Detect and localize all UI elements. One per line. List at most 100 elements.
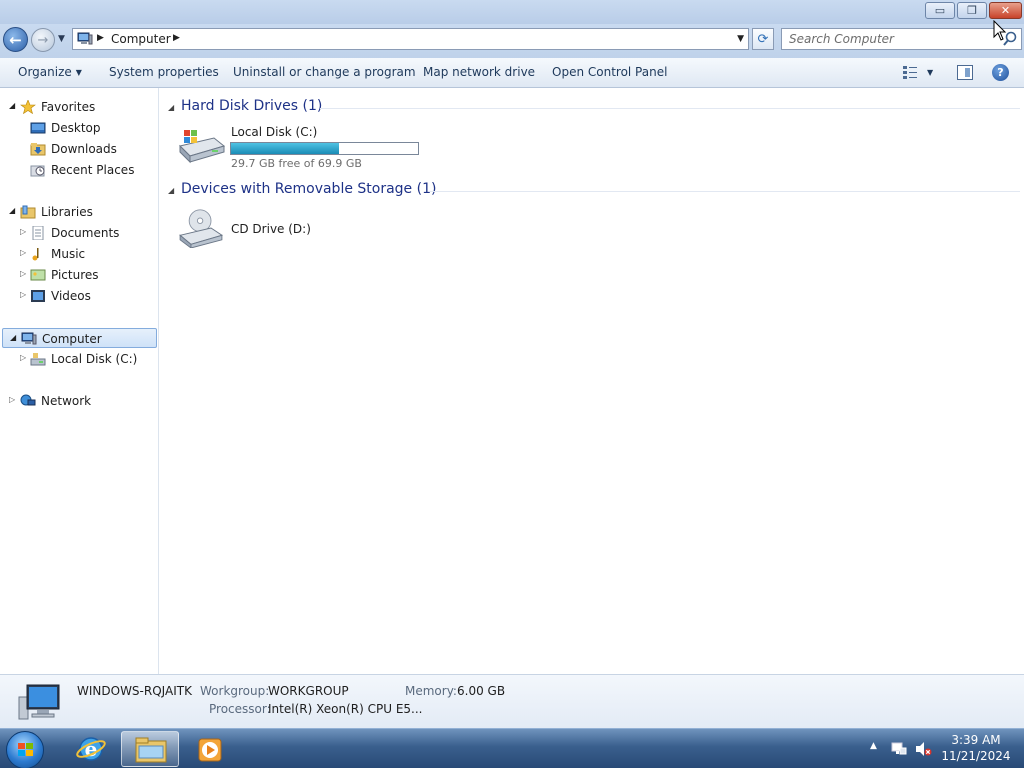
restore-icon: ❐ bbox=[967, 4, 977, 17]
nav-computer[interactable]: ◢ Computer bbox=[2, 328, 157, 348]
minimize-icon: ▭ bbox=[934, 4, 946, 17]
videos-icon bbox=[31, 290, 45, 302]
documents-icon bbox=[32, 226, 44, 240]
nav-recent-places[interactable]: Recent Places bbox=[0, 160, 158, 180]
breadcrumb-separator-icon[interactable]: ▶ bbox=[173, 33, 180, 43]
refresh-icon: ⟳ bbox=[757, 31, 769, 47]
workgroup-value: WORKGROUP bbox=[268, 684, 349, 698]
restore-button[interactable]: ❐ bbox=[957, 2, 987, 19]
recent-pages-dropdown-icon[interactable]: ▼ bbox=[58, 34, 65, 44]
breadcrumb-separator-icon[interactable]: ▶ bbox=[97, 33, 104, 43]
network-status-icon[interactable] bbox=[890, 740, 908, 758]
collapse-icon[interactable]: ◢ bbox=[9, 206, 15, 215]
taskbar-internet-explorer[interactable]: e bbox=[62, 731, 120, 767]
address-dropdown-icon[interactable]: ▼ bbox=[737, 34, 744, 44]
show-hidden-icons-button[interactable]: ▲ bbox=[870, 741, 877, 768]
collapse-icon[interactable]: ◢ bbox=[168, 103, 174, 112]
computer-name: WINDOWS-RQJAITK bbox=[77, 684, 192, 698]
nav-music[interactable]: ▷ Music bbox=[0, 244, 158, 264]
collapse-icon[interactable]: ◢ bbox=[168, 186, 174, 195]
expand-icon[interactable]: ▷ bbox=[20, 248, 26, 257]
nav-documents[interactable]: ▷ Documents bbox=[0, 223, 158, 243]
nav-libraries[interactable]: ◢ Libraries bbox=[0, 202, 158, 222]
drive-local-disk-c[interactable]: Local Disk (C:) 29.7 GB free of 69.9 GB bbox=[176, 124, 436, 174]
nav-local-disk-c[interactable]: ▷ Local Disk (C:) bbox=[0, 349, 158, 369]
folder-icon bbox=[135, 737, 167, 763]
map-network-drive-button[interactable]: Map network drive bbox=[423, 65, 535, 79]
drive-cd-d[interactable]: CD Drive (D:) bbox=[176, 208, 436, 258]
help-icon[interactable]: ? bbox=[992, 64, 1009, 81]
network-icon bbox=[20, 394, 36, 406]
navigation-pane: ◢ Favorites Desktop Downloads Recent Pla… bbox=[0, 88, 159, 674]
command-bar: Organize ▼ System properties Uninstall or… bbox=[0, 58, 1024, 88]
nav-pictures[interactable]: ▷ Pictures bbox=[0, 265, 158, 285]
nav-downloads-label: Downloads bbox=[51, 142, 117, 156]
nav-music-label: Music bbox=[51, 247, 86, 261]
drive-name: Local Disk (C:) bbox=[231, 125, 318, 139]
collapse-icon[interactable]: ◢ bbox=[10, 333, 16, 342]
close-button[interactable]: ✕ bbox=[989, 2, 1022, 19]
expand-icon[interactable]: ▷ bbox=[20, 290, 26, 299]
search-input[interactable]: Search Computer bbox=[781, 28, 1022, 50]
nav-favorites[interactable]: ◢ Favorites bbox=[0, 97, 158, 117]
system-clock[interactable]: 3:39 AM 11/21/2024 bbox=[936, 732, 1016, 764]
view-options-dropdown-icon[interactable]: ▼ bbox=[927, 68, 933, 77]
expand-icon[interactable]: ▷ bbox=[20, 227, 26, 236]
breadcrumb-computer[interactable]: Computer bbox=[111, 32, 171, 46]
close-icon: ✕ bbox=[1000, 4, 1011, 17]
group-header-removable-storage[interactable]: ◢ Devices with Removable Storage (1) bbox=[160, 181, 1024, 201]
content-area: ◢ Hard Disk Drives (1) Local Disk (C:) 2… bbox=[160, 88, 1024, 674]
processor-label: Processor: bbox=[209, 702, 271, 716]
nav-videos[interactable]: ▷ Videos bbox=[0, 286, 158, 306]
taskbar-windows-explorer[interactable] bbox=[121, 731, 179, 767]
expand-icon[interactable]: ▷ bbox=[20, 269, 26, 278]
nav-computer-label: Computer bbox=[42, 332, 102, 346]
preview-pane-icon[interactable] bbox=[957, 65, 973, 80]
media-player-icon bbox=[198, 738, 222, 762]
expand-icon[interactable]: ▷ bbox=[20, 353, 26, 362]
memory-value: 6.00 GB bbox=[457, 684, 506, 698]
disk-usage-bar bbox=[230, 142, 419, 155]
open-control-panel-button[interactable]: Open Control Panel bbox=[552, 65, 667, 79]
uninstall-program-button[interactable]: Uninstall or change a program bbox=[233, 65, 416, 79]
pictures-icon bbox=[30, 269, 46, 281]
hard-drive-icon bbox=[179, 130, 226, 164]
nav-desktop[interactable]: Desktop bbox=[0, 118, 158, 138]
nav-downloads[interactable]: Downloads bbox=[0, 139, 158, 159]
volume-muted-icon[interactable] bbox=[914, 740, 932, 758]
organize-button[interactable]: Organize ▼ bbox=[18, 65, 82, 79]
chevron-down-icon: ▼ bbox=[75, 68, 82, 77]
nav-local-disk-label: Local Disk (C:) bbox=[51, 352, 138, 366]
drive-name: CD Drive (D:) bbox=[231, 222, 311, 236]
expand-icon[interactable]: ▷ bbox=[9, 395, 15, 404]
group-title: Hard Disk Drives (1) bbox=[181, 98, 323, 114]
collapse-icon[interactable]: ◢ bbox=[9, 101, 15, 110]
drive-free-space: 29.7 GB free of 69.9 GB bbox=[231, 157, 362, 170]
memory-label: Memory: bbox=[405, 684, 457, 698]
group-title: Devices with Removable Storage (1) bbox=[181, 181, 437, 197]
computer-icon bbox=[77, 32, 93, 45]
organize-label: Organize bbox=[18, 65, 72, 79]
taskbar-media-player[interactable] bbox=[182, 731, 240, 767]
svg-text:e: e bbox=[85, 737, 98, 761]
nav-network[interactable]: ▷ Network bbox=[0, 391, 158, 411]
forward-arrow-icon: → bbox=[37, 32, 49, 48]
nav-libraries-label: Libraries bbox=[41, 205, 93, 219]
music-icon bbox=[32, 248, 39, 261]
change-view-icon[interactable] bbox=[902, 65, 918, 80]
start-button[interactable] bbox=[6, 731, 44, 768]
system-properties-button[interactable]: System properties bbox=[109, 65, 219, 79]
workgroup-label: Workgroup: bbox=[200, 684, 270, 698]
computer-icon bbox=[21, 332, 37, 345]
minimize-button[interactable]: ▭ bbox=[925, 2, 955, 19]
back-button[interactable]: ← bbox=[3, 27, 28, 52]
downloads-folder-icon bbox=[30, 143, 46, 156]
address-bar[interactable]: ▶ Computer ▶ ▼ bbox=[72, 28, 749, 50]
group-header-hard-disk-drives[interactable]: ◢ Hard Disk Drives (1) bbox=[160, 98, 1024, 118]
hard-drive-icon bbox=[30, 353, 46, 366]
forward-button[interactable]: → bbox=[31, 28, 55, 52]
mouse-cursor-icon bbox=[993, 20, 1007, 41]
nav-favorites-label: Favorites bbox=[41, 100, 96, 114]
refresh-button[interactable]: ⟳ bbox=[752, 28, 774, 50]
details-pane: WINDOWS-RQJAITK Workgroup: WORKGROUP Mem… bbox=[0, 674, 1024, 728]
